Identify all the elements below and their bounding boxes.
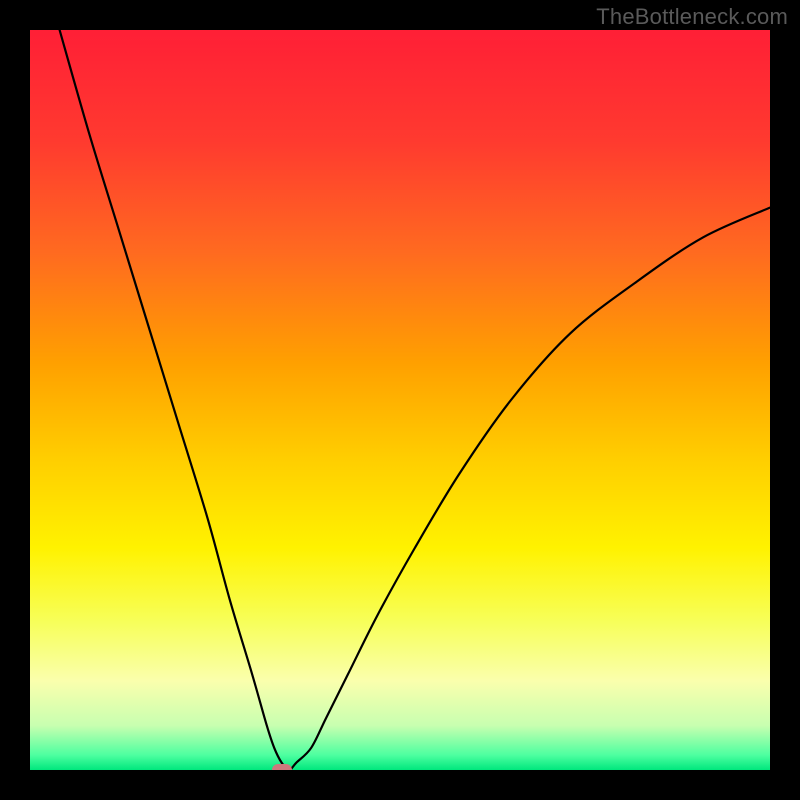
chart-frame: TheBottleneck.com (0, 0, 800, 800)
plot-area (30, 30, 770, 770)
plot-svg (30, 30, 770, 770)
optimum-marker (272, 764, 292, 770)
watermark-text: TheBottleneck.com (596, 4, 788, 30)
gradient-background (30, 30, 770, 770)
